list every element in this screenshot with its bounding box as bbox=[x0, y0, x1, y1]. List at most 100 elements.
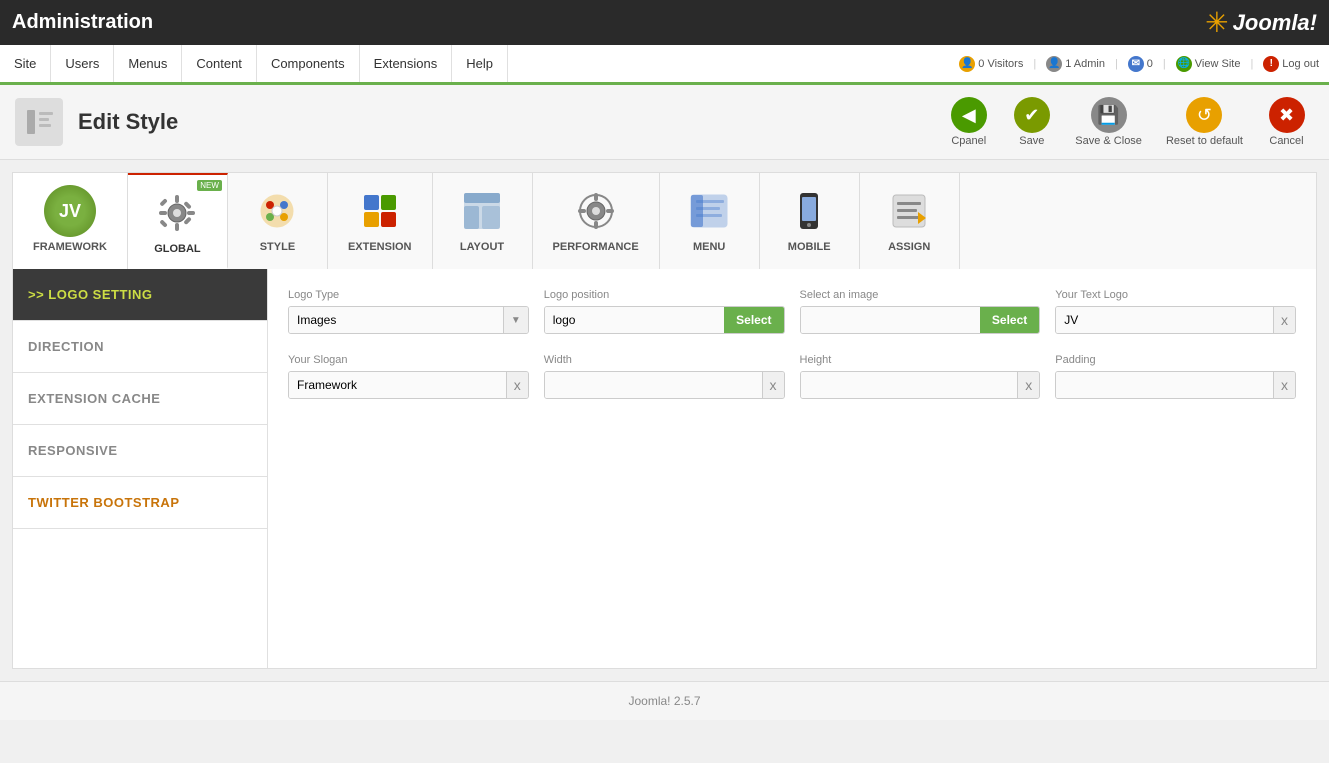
navbar: Site Users Menus Content Components Exte… bbox=[0, 45, 1329, 85]
logo-type-select-wrap: Images Text None ▼ bbox=[288, 306, 529, 334]
visitors-icon: 👤 bbox=[959, 56, 975, 72]
logo-type-arrow-icon: ▼ bbox=[503, 307, 528, 333]
assign-tab-icon bbox=[883, 185, 935, 237]
admin-icon: 👤 bbox=[1046, 56, 1062, 72]
form-row-1: Logo Type Images Text None ▼ Logo positi… bbox=[288, 289, 1296, 334]
performance-tab-icon bbox=[570, 185, 622, 237]
slogan-clear-button[interactable]: x bbox=[506, 372, 528, 398]
tab-framework[interactable]: JV FRAMEWORK bbox=[13, 173, 128, 269]
direction-label: DIRECTION bbox=[28, 339, 104, 354]
select-image-input[interactable] bbox=[801, 307, 980, 333]
tab-performance[interactable]: PERFORMANCE bbox=[533, 173, 660, 269]
visitors-count: 0 Visitors bbox=[978, 58, 1023, 70]
edit-style-icon bbox=[21, 104, 57, 140]
text-logo-group: Your Text Logo x bbox=[1055, 289, 1296, 334]
height-clear-button[interactable]: x bbox=[1017, 372, 1039, 398]
save-close-label: Save & Close bbox=[1075, 135, 1142, 147]
logo-position-group: Logo position Select bbox=[544, 289, 785, 334]
footer-text: Joomla! 2.5.7 bbox=[628, 694, 700, 708]
messages-icon: ✉ bbox=[1128, 56, 1144, 72]
padding-group: Padding x bbox=[1055, 354, 1296, 399]
joomla-logo: ✳ Joomla! bbox=[1205, 6, 1317, 39]
text-logo-label: Your Text Logo bbox=[1055, 289, 1296, 301]
logo-type-select[interactable]: Images Text None bbox=[289, 307, 503, 333]
layout-icon bbox=[461, 190, 503, 232]
nav-item-extensions[interactable]: Extensions bbox=[360, 45, 453, 82]
tab-style[interactable]: STYLE bbox=[228, 173, 328, 269]
padding-clear-button[interactable]: x bbox=[1273, 372, 1295, 398]
tab-extension[interactable]: EXTENSION bbox=[328, 173, 433, 269]
nav-item-components[interactable]: Components bbox=[257, 45, 360, 82]
save-button[interactable]: ✔ Save bbox=[1004, 93, 1059, 151]
padding-input[interactable] bbox=[1056, 372, 1273, 398]
select-image-label: Select an image bbox=[800, 289, 1041, 301]
logo-type-group: Logo Type Images Text None ▼ bbox=[288, 289, 529, 334]
puzzle-icon bbox=[359, 190, 401, 232]
tab-layout[interactable]: LAYOUT bbox=[433, 173, 533, 269]
sidebar-item-logo-setting[interactable]: LOGO SETTING bbox=[13, 269, 267, 321]
tab-menu[interactable]: MENU bbox=[660, 173, 760, 269]
content-area: LOGO SETTING DIRECTION EXTENSION CACHE R… bbox=[12, 269, 1317, 669]
topbar: Administration ✳ Joomla! bbox=[0, 0, 1329, 45]
sidebar-item-twitter-bootstrap[interactable]: TWITTER BOOTSTRAP bbox=[13, 477, 267, 529]
footer: Joomla! 2.5.7 bbox=[0, 681, 1329, 720]
responsive-label: RESPONSIVE bbox=[28, 443, 118, 458]
cpanel-label: Cpanel bbox=[951, 135, 986, 147]
cancel-button[interactable]: ✖ Cancel bbox=[1259, 93, 1314, 151]
reset-default-button[interactable]: ↺ Reset to default bbox=[1158, 93, 1251, 151]
slogan-input[interactable] bbox=[289, 372, 506, 398]
save-close-button[interactable]: 💾 Save & Close bbox=[1067, 93, 1150, 151]
padding-label: Padding bbox=[1055, 354, 1296, 366]
mobile-tab-icon bbox=[783, 185, 835, 237]
height-group: Height x bbox=[800, 354, 1041, 399]
sidebar-item-responsive[interactable]: RESPONSIVE bbox=[13, 425, 267, 477]
width-input-wrap: x bbox=[544, 371, 785, 399]
text-logo-input[interactable] bbox=[1056, 307, 1273, 333]
height-input[interactable] bbox=[801, 372, 1018, 398]
nav-item-content[interactable]: Content bbox=[182, 45, 257, 82]
nav-item-help[interactable]: Help bbox=[452, 45, 508, 82]
nav-right: 👤 0 Visitors | 👤 1 Admin | ✉ 0 | 🌐 View … bbox=[959, 56, 1329, 72]
logout-icon: ! bbox=[1263, 56, 1279, 72]
toolbar: Edit Style ◀ Cpanel ✔ Save 💾 Save & Clos… bbox=[0, 85, 1329, 160]
select-image-select-button[interactable]: Select bbox=[980, 307, 1039, 333]
form-row-2: Your Slogan x Width x Height bbox=[288, 354, 1296, 399]
save-close-icon: 💾 bbox=[1091, 97, 1127, 133]
visitors-indicator: 👤 0 Visitors bbox=[959, 56, 1023, 72]
tab-global[interactable]: NEW GLOBAL bbox=[128, 173, 228, 269]
view-site-link[interactable]: 🌐 View Site bbox=[1176, 56, 1241, 72]
view-site-icon: 🌐 bbox=[1176, 56, 1192, 72]
width-clear-button[interactable]: x bbox=[762, 372, 784, 398]
sidebar-item-extension-cache[interactable]: EXTENSION CACHE bbox=[13, 373, 267, 425]
nav-item-site[interactable]: Site bbox=[0, 45, 51, 82]
logo-position-select-button[interactable]: Select bbox=[724, 307, 783, 333]
menu-tab-icon bbox=[683, 185, 735, 237]
tab-global-label: GLOBAL bbox=[154, 243, 200, 255]
nav-item-users[interactable]: Users bbox=[51, 45, 114, 82]
logo-position-input[interactable] bbox=[545, 307, 724, 333]
save-icon: ✔ bbox=[1014, 97, 1050, 133]
extension-cache-label: EXTENSION CACHE bbox=[28, 391, 160, 406]
slogan-group: Your Slogan x bbox=[288, 354, 529, 399]
logo-setting-label: LOGO SETTING bbox=[48, 287, 152, 302]
logout-link[interactable]: ! Log out bbox=[1263, 56, 1319, 72]
joomla-text: Joomla! bbox=[1233, 10, 1317, 36]
admin-count: 1 Admin bbox=[1065, 58, 1105, 70]
text-logo-clear-button[interactable]: x bbox=[1273, 307, 1295, 333]
logo-type-label: Logo Type bbox=[288, 289, 529, 301]
cpanel-button[interactable]: ◀ Cpanel bbox=[941, 93, 996, 151]
messages-indicator[interactable]: ✉ 0 bbox=[1128, 56, 1153, 72]
width-input[interactable] bbox=[545, 372, 762, 398]
tab-assign[interactable]: ASSIGN bbox=[860, 173, 960, 269]
slogan-label: Your Slogan bbox=[288, 354, 529, 366]
sidebar-item-direction[interactable]: DIRECTION bbox=[13, 321, 267, 373]
global-tab-icon bbox=[151, 187, 203, 239]
tab-mobile[interactable]: MOBILE bbox=[760, 173, 860, 269]
new-badge: NEW bbox=[197, 180, 222, 191]
height-label: Height bbox=[800, 354, 1041, 366]
text-logo-input-wrap: x bbox=[1055, 306, 1296, 334]
mobile-icon bbox=[788, 190, 830, 232]
nav-item-menus[interactable]: Menus bbox=[114, 45, 182, 82]
topbar-title: Administration bbox=[12, 11, 153, 34]
main-content: JV FRAMEWORK NEW G bbox=[0, 160, 1329, 681]
